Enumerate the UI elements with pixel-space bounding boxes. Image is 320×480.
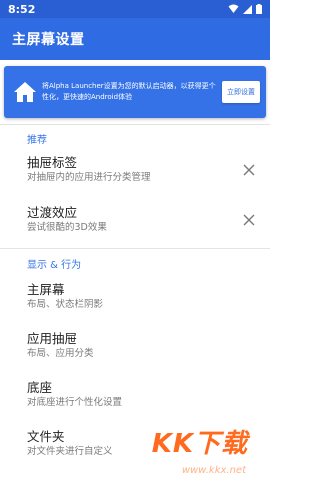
set-default-button[interactable]: 立即设置 [222,81,260,103]
section-header-recommended: 推荐 [27,135,47,146]
setting-home-screen[interactable]: 主屏幕 布局、状态栏阴影 [27,282,262,312]
close-icon[interactable] [242,163,256,177]
divider [0,248,270,249]
setting-title: 抽屉标签 [27,155,78,170]
watermark-logo: KK下载 [151,429,248,459]
close-icon[interactable] [242,213,256,227]
watermark-url: www.kkx.net [181,465,246,476]
setting-subtitle: 对抽屉内的应用进行分类管理 [27,172,151,183]
setting-title: 过渡效应 [27,205,78,220]
setting-title: 主屏幕 [27,282,65,297]
banner-text: 将Alpha Launcher设置为您的默认启动器，以获得更个性化，更快速的An… [42,82,216,101]
status-bar: 8:52 [0,0,270,18]
status-icons [228,4,262,14]
section-header-display: 显示 & 行为 [27,260,82,271]
status-time: 8:52 [8,2,36,16]
default-launcher-banner[interactable]: 将Alpha Launcher设置为您的默认启动器，以获得更个性化，更快速的An… [4,66,266,118]
battery-icon [256,4,262,14]
setting-title: 底座 [27,380,53,395]
setting-subtitle: 布局、状态栏阴影 [27,299,104,310]
setting-subtitle: 布局、应用分类 [27,348,94,359]
setting-title: 应用抽屉 [27,331,78,346]
wifi-icon [228,4,239,13]
setting-app-drawer[interactable]: 应用抽屉 布局、应用分类 [27,331,262,361]
divider [0,124,270,125]
setting-transition-effect[interactable]: 过渡效应 尝试很酷的3D效果 [27,205,262,235]
setting-subtitle: 尝试很酷的3D效果 [27,222,107,233]
page-title: 主屏幕设置 [12,32,85,48]
setting-drawer-tags[interactable]: 抽屉标签 对抽屉内的应用进行分类管理 [27,155,262,185]
home-icon [8,81,42,103]
signal-icon [243,4,252,14]
watermark: KK下载 www.kkx.net [146,398,266,478]
app-bar: 主屏幕设置 [0,18,270,60]
